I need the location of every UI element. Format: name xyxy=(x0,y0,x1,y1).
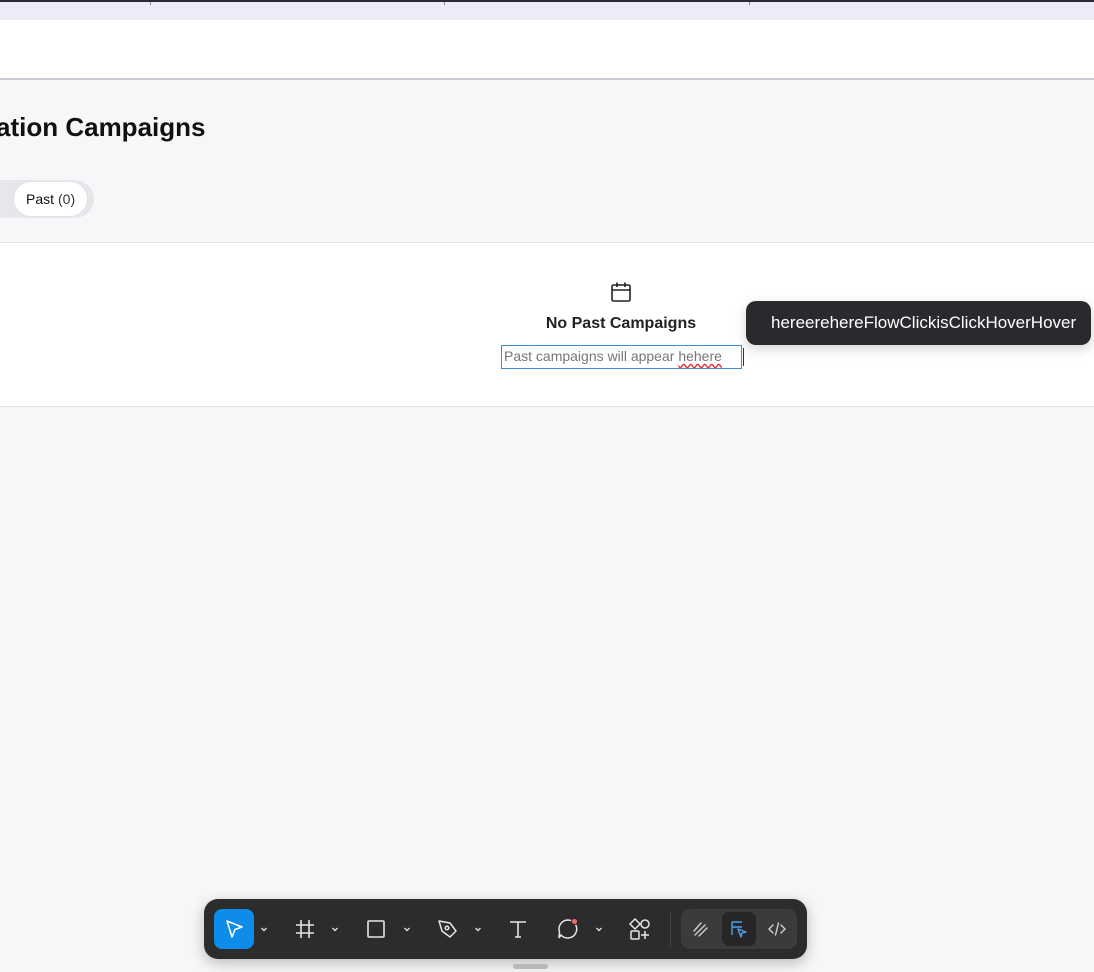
rectangle-tool-button[interactable] xyxy=(356,909,396,949)
chevron-down-icon xyxy=(404,927,410,932)
text-caret xyxy=(743,348,744,366)
chevron-down-icon xyxy=(596,927,602,932)
empty-state-description[interactable]: Past campaigns will appear hehere xyxy=(501,345,742,369)
empty-state-title: No Past Campaigns xyxy=(545,315,697,332)
scribble-icon xyxy=(693,922,708,937)
text-t-icon xyxy=(510,921,526,938)
chevron-down-icon xyxy=(261,927,267,932)
pen-tool-chevron[interactable] xyxy=(471,909,485,949)
misspelled-word: hehere xyxy=(678,348,722,364)
move-tool-chevron[interactable] xyxy=(257,909,271,949)
square-icon xyxy=(367,920,385,938)
rectangle-tool-chevron[interactable] xyxy=(400,909,414,949)
resize-handle[interactable] xyxy=(513,964,548,969)
draw-mode-button[interactable] xyxy=(684,912,718,946)
tab-label: Past xyxy=(26,191,55,207)
design-mode-button[interactable] xyxy=(722,912,756,946)
frame-tool-chevron[interactable] xyxy=(328,909,342,949)
calendar-icon xyxy=(610,281,632,303)
hash-frame-icon xyxy=(296,920,314,938)
chevron-down-icon xyxy=(475,927,481,932)
text-tool-button[interactable] xyxy=(498,909,538,949)
description-text: Past campaigns will appear xyxy=(504,348,679,364)
tab-past[interactable]: Past (0) xyxy=(14,182,88,216)
top-strip xyxy=(0,0,1094,20)
toolbar-divider xyxy=(670,911,671,947)
page-title: ation Campaigns xyxy=(0,112,206,142)
tab-count: (0) xyxy=(58,191,76,207)
app-header xyxy=(0,20,1094,80)
comment-tool-button[interactable] xyxy=(548,909,588,949)
design-toolbar xyxy=(204,899,807,959)
cursor-arrow-icon xyxy=(226,920,243,938)
code-brackets-icon xyxy=(768,922,786,936)
tooltip: hereerehereFlowClickisClickHoverHover xyxy=(746,301,1091,345)
dev-mode-button[interactable] xyxy=(760,912,794,946)
comment-bubble-icon xyxy=(558,918,578,939)
pen-nib-icon xyxy=(438,920,457,938)
design-cursor-icon xyxy=(731,921,747,938)
chevron-down-icon xyxy=(332,927,338,932)
actions-tool-button[interactable] xyxy=(620,909,660,949)
strip-divider xyxy=(150,2,151,5)
strip-divider xyxy=(749,2,750,5)
mode-switcher xyxy=(681,909,797,949)
frame-tool-button[interactable] xyxy=(285,909,325,949)
shapes-plus-icon xyxy=(628,917,650,940)
comment-tool-chevron[interactable] xyxy=(592,909,606,949)
strip-divider xyxy=(444,2,445,5)
pen-tool-button[interactable] xyxy=(428,909,468,949)
move-tool-button[interactable] xyxy=(214,909,254,949)
tooltip-text: hereerehereFlowClickisClickHoverHover xyxy=(771,313,1077,332)
